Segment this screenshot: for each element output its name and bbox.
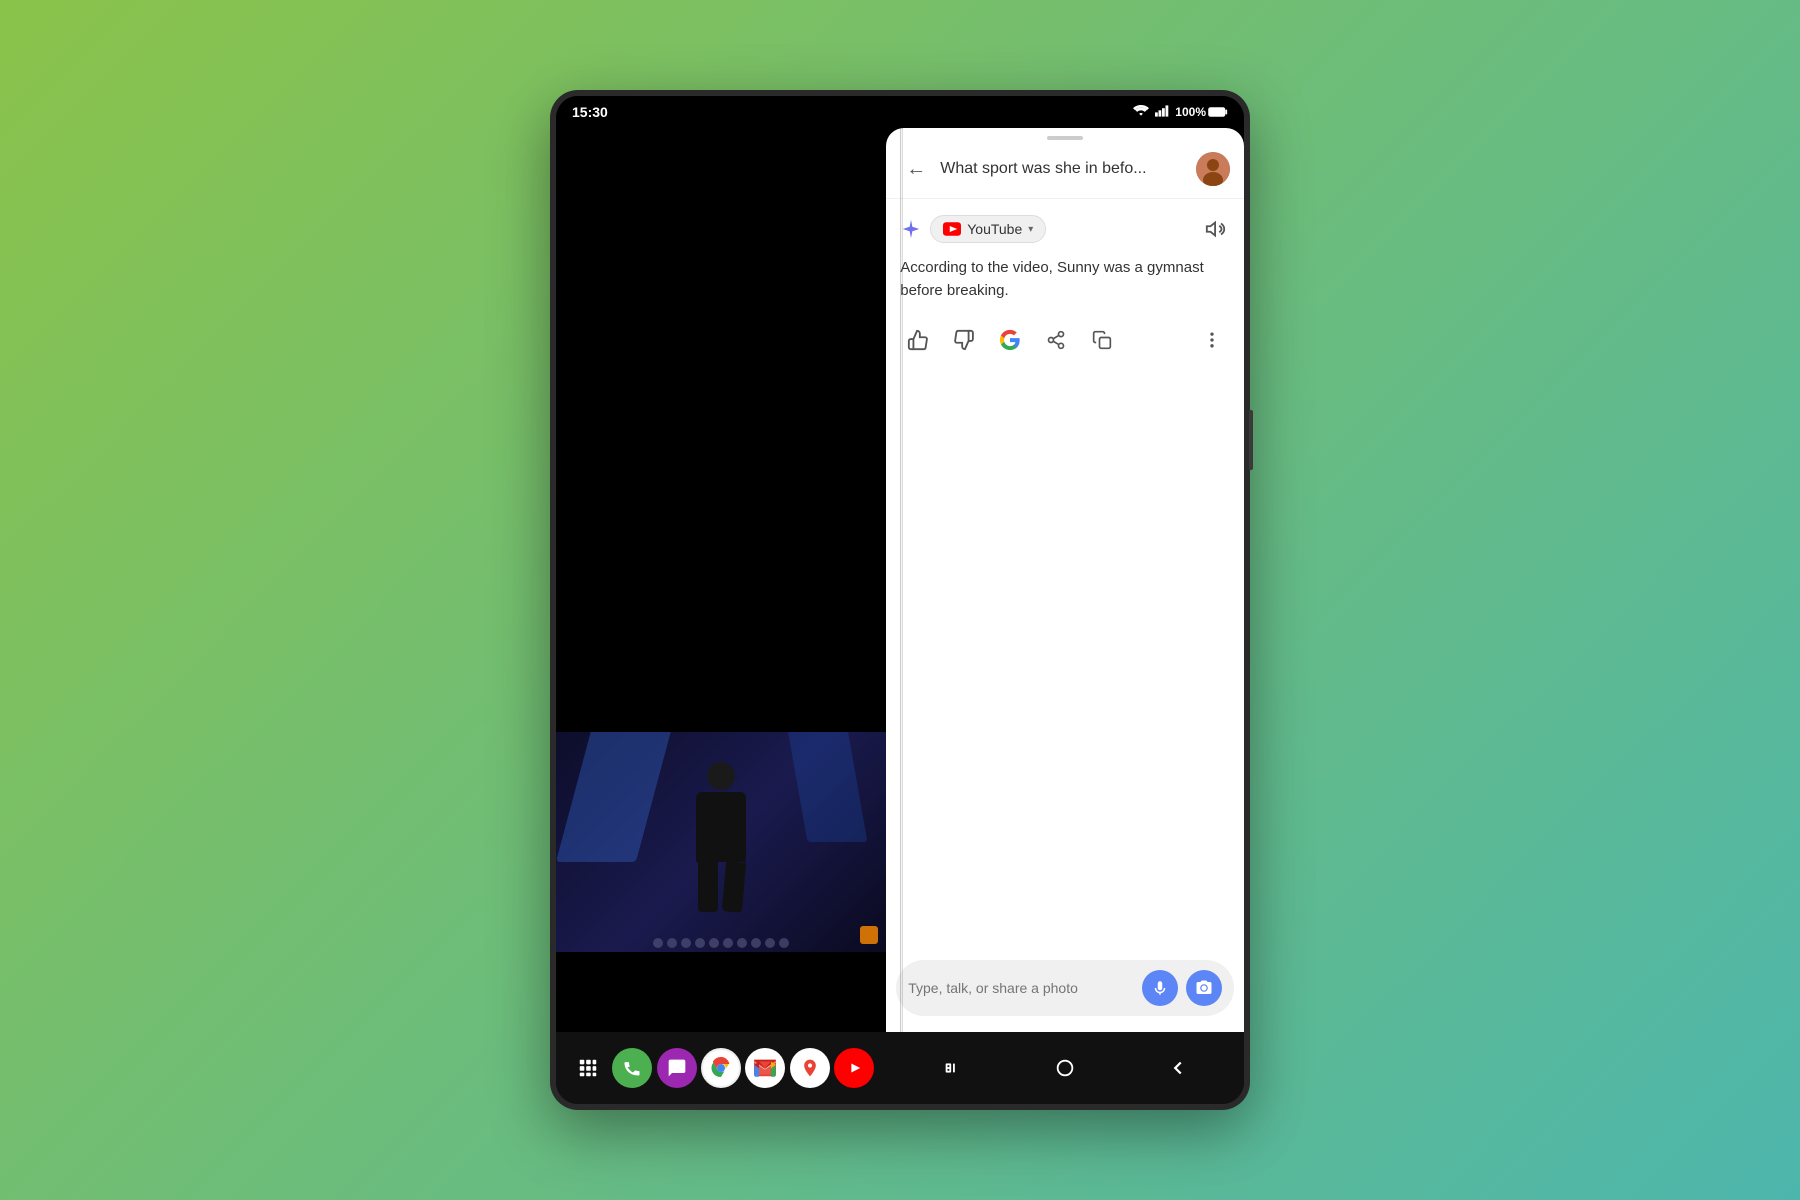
power-button[interactable] xyxy=(1249,410,1253,470)
action-row xyxy=(900,322,1230,358)
chat-input[interactable] xyxy=(908,980,1134,996)
thumbs-up-button[interactable] xyxy=(900,322,936,358)
camera-button[interactable] xyxy=(1186,970,1222,1006)
person-leg-right xyxy=(722,861,746,913)
source-badge: YouTube ▾ xyxy=(900,215,1046,243)
audience-head xyxy=(709,938,719,948)
input-bar xyxy=(886,950,1244,1032)
gemini-icon xyxy=(900,218,922,240)
input-container xyxy=(896,960,1234,1016)
person-leg-left xyxy=(698,862,718,912)
person-body xyxy=(696,792,746,862)
panel-header: ← What sport was she in befo... xyxy=(886,140,1244,199)
more-options-button[interactable] xyxy=(1194,322,1230,358)
share-button[interactable] xyxy=(1038,322,1074,358)
home-button[interactable] xyxy=(1049,1052,1081,1084)
dock-chrome-app[interactable] xyxy=(701,1048,741,1088)
speaker-button[interactable] xyxy=(1202,215,1230,243)
recent-apps-button[interactable] xyxy=(937,1052,969,1084)
stage-light-right xyxy=(785,732,868,842)
audience-head xyxy=(695,938,705,948)
orange-accent xyxy=(860,926,878,944)
audience-head xyxy=(723,938,733,948)
right-panel-response: ← What sport was she in befo... xyxy=(886,128,1244,1032)
google-search-button[interactable] xyxy=(992,322,1028,358)
status-bar: 15:30 xyxy=(556,96,1244,128)
audience-head xyxy=(779,938,789,948)
person-head xyxy=(707,762,735,790)
copy-button[interactable] xyxy=(1084,322,1120,358)
response-content: YouTube ▾ xyxy=(886,199,1244,950)
dock-youtube-app[interactable] xyxy=(834,1048,874,1088)
dock-maps-app[interactable] xyxy=(790,1048,830,1088)
answer-text: According to the video, Sunny was a gymn… xyxy=(900,257,1230,302)
avatar xyxy=(1196,152,1230,186)
thumbs-down-button[interactable] xyxy=(946,322,982,358)
avatar-image xyxy=(1196,152,1230,186)
signal-icon xyxy=(1155,105,1169,120)
video-area[interactable] xyxy=(556,732,886,952)
stage-light-left xyxy=(556,732,676,862)
app-dock xyxy=(556,1048,886,1088)
device-frame: 15:30 xyxy=(550,90,1250,1110)
app-drawer-button[interactable] xyxy=(568,1048,608,1088)
header-title: What sport was she in befo... xyxy=(940,160,1188,178)
video-stage xyxy=(556,732,886,952)
system-back-button[interactable] xyxy=(1162,1052,1194,1084)
source-row: YouTube ▾ xyxy=(900,215,1230,243)
nav-buttons xyxy=(886,1052,1244,1084)
dock-phone-app[interactable] xyxy=(612,1048,652,1088)
audience-head xyxy=(765,938,775,948)
audience-head xyxy=(667,938,677,948)
wifi-icon xyxy=(1133,105,1149,120)
chevron-down-icon: ▾ xyxy=(1028,224,1033,235)
dock-gmail-app[interactable] xyxy=(745,1048,785,1088)
audience-head xyxy=(653,938,663,948)
person-silhouette xyxy=(681,762,761,922)
status-time: 15:30 xyxy=(572,104,608,120)
mic-button[interactable] xyxy=(1142,970,1178,1006)
bottom-nav xyxy=(556,1032,1244,1104)
back-arrow-icon: ← xyxy=(906,158,926,181)
status-icons: 100% xyxy=(1133,105,1228,120)
audience-head xyxy=(737,938,747,948)
youtube-source-pill[interactable]: YouTube ▾ xyxy=(930,215,1046,243)
back-button[interactable]: ← xyxy=(900,153,932,185)
youtube-label: YouTube xyxy=(967,221,1022,237)
left-panel-video xyxy=(556,128,886,1032)
person-legs xyxy=(681,862,761,912)
screen-content: ← What sport was she in befo... xyxy=(556,128,1244,1032)
audience-head xyxy=(751,938,761,948)
audience-head xyxy=(681,938,691,948)
device-screen: 15:30 xyxy=(556,96,1244,1104)
battery-icon: 100% xyxy=(1175,105,1228,119)
dock-messages-app[interactable] xyxy=(657,1048,697,1088)
